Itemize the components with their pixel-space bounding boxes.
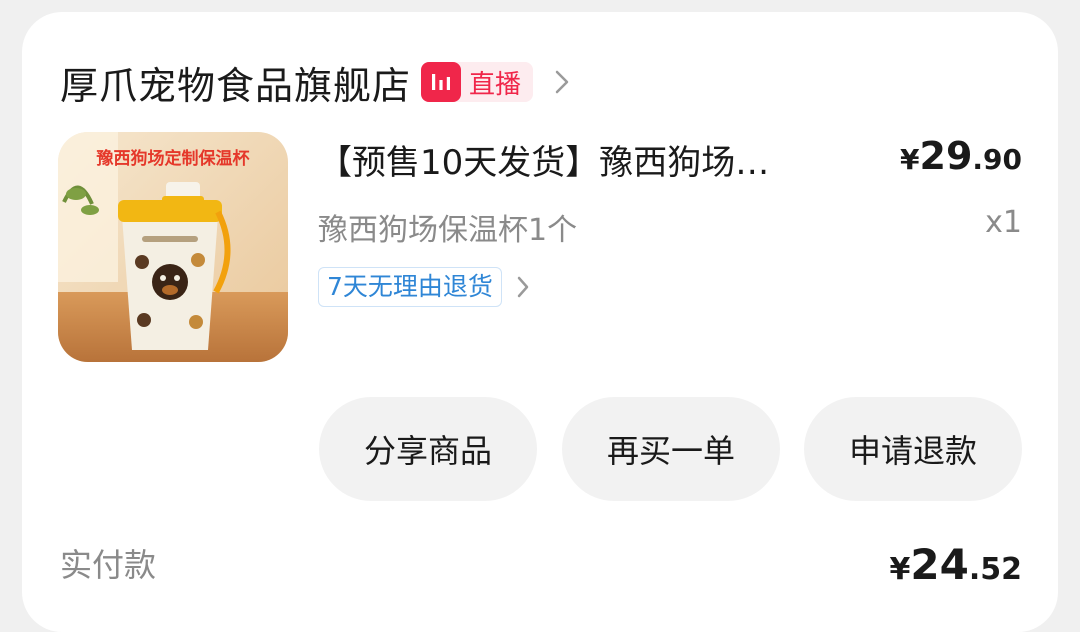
chevron-right-icon[interactable] bbox=[547, 67, 577, 97]
return-policy-tag[interactable]: 7天无理由退货 bbox=[318, 267, 502, 307]
paid-integer: 24 bbox=[910, 540, 969, 589]
price-integer: 29 bbox=[919, 134, 973, 178]
product-thumbnail[interactable]: 豫西狗场定制保温杯 bbox=[58, 132, 288, 362]
paid-amount-value: ¥24.52 bbox=[890, 540, 1022, 589]
order-card: 厚爪宠物食品旗舰店 直播 豫西狗场定制保温杯 【预售10天发货】豫西狗场… ¥2… bbox=[22, 12, 1058, 632]
paid-amount-label: 实付款 bbox=[60, 546, 157, 584]
price-decimal: .90 bbox=[972, 143, 1022, 176]
paid-decimal: .52 bbox=[968, 552, 1022, 587]
live-badge[interactable]: 直播 bbox=[421, 62, 534, 102]
store-name[interactable]: 厚爪宠物食品旗舰店 bbox=[60, 55, 411, 110]
return-policy-row[interactable]: 7天无理由退货 bbox=[318, 266, 540, 308]
share-product-button[interactable]: 分享商品 bbox=[319, 397, 537, 501]
request-refund-button[interactable]: 申请退款 bbox=[804, 397, 1022, 501]
live-bars-icon bbox=[421, 62, 462, 102]
product-quantity: x1 bbox=[985, 205, 1022, 240]
paid-currency: ¥ bbox=[889, 552, 911, 587]
product-image-caption: 豫西狗场定制保温杯 bbox=[97, 148, 250, 169]
chevron-right-icon[interactable] bbox=[516, 272, 540, 302]
price-currency: ¥ bbox=[900, 143, 920, 176]
buy-again-button[interactable]: 再买一单 bbox=[562, 397, 780, 501]
store-header[interactable]: 厚爪宠物食品旗舰店 直播 bbox=[60, 52, 577, 112]
product-price: ¥29.90 bbox=[900, 134, 1022, 178]
product-spec: 豫西狗场保温杯1个 bbox=[318, 213, 578, 248]
product-title[interactable]: 【预售10天发货】豫西狗场… bbox=[318, 135, 848, 184]
live-label: 直播 bbox=[469, 69, 522, 100]
